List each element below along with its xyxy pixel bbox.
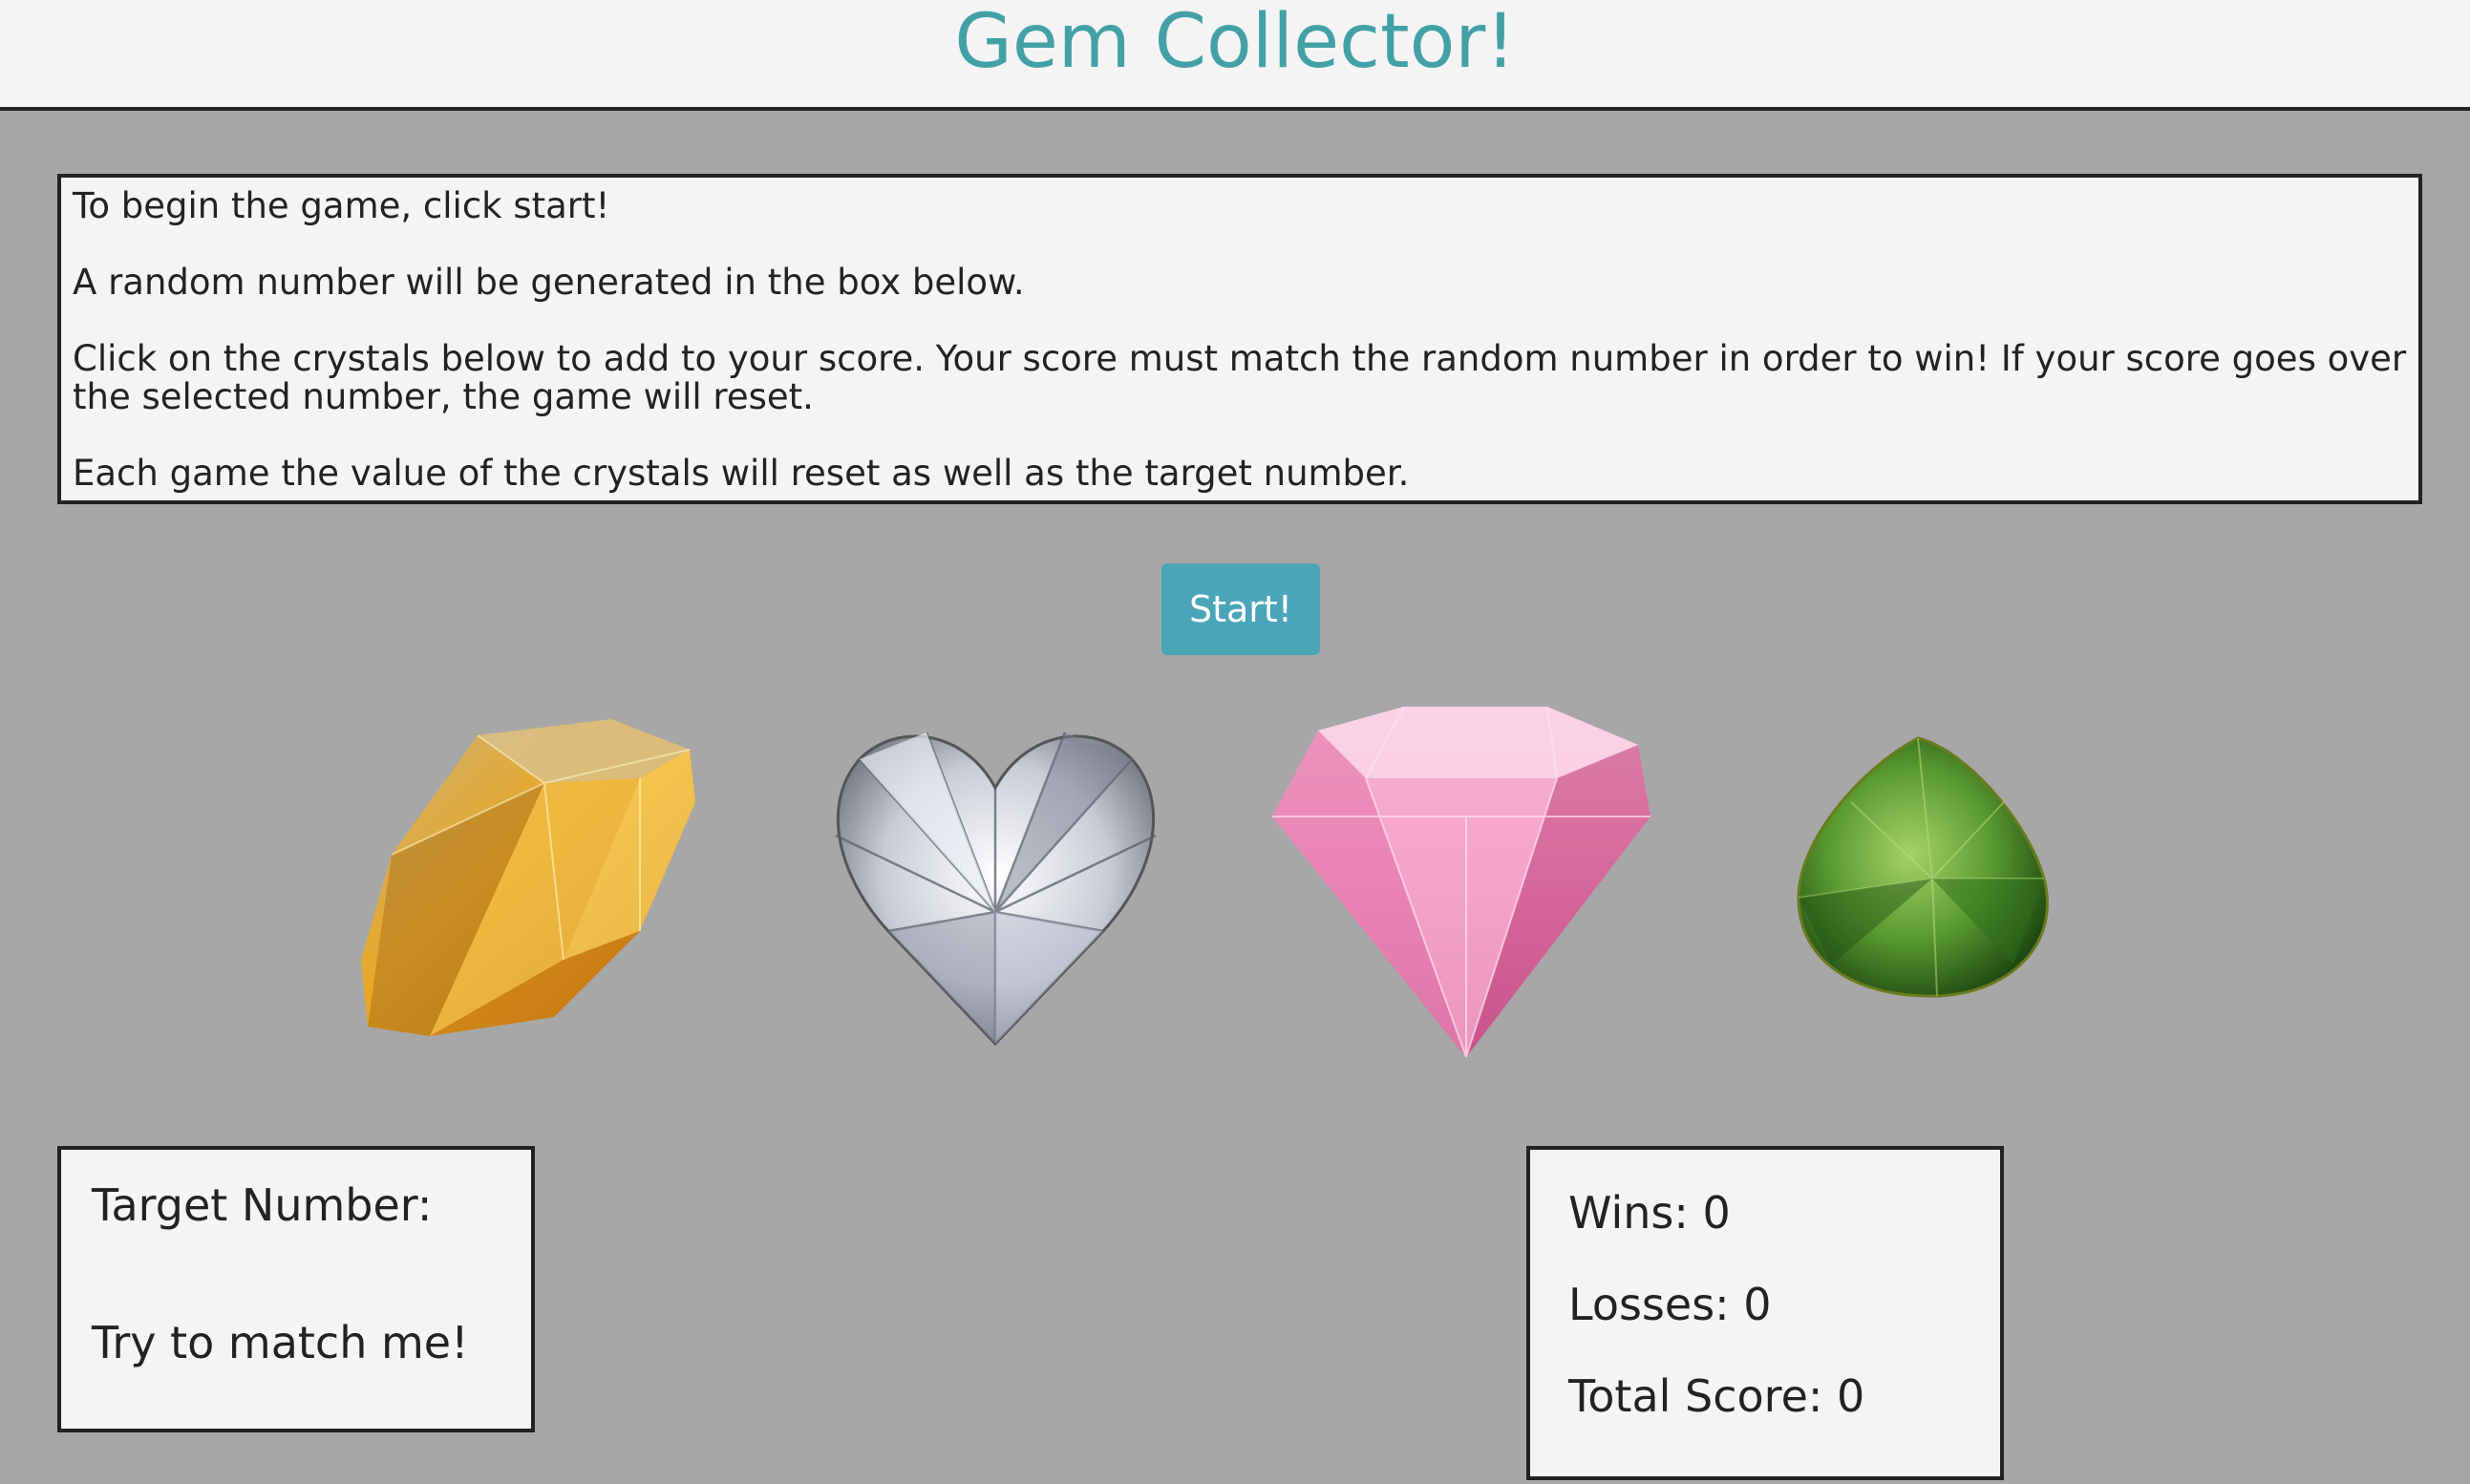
target-number-panel: Target Number: Try to match me! <box>57 1146 535 1432</box>
losses-row: Losses: 0 <box>1568 1278 1962 1331</box>
instruction-paragraph: A random number will be generated in the… <box>73 262 1025 303</box>
score-panel: Wins: 0 Losses: 0 Total Score: 0 <box>1526 1146 2004 1480</box>
instruction-paragraph: Each game the value of the crystals will… <box>73 453 1410 494</box>
total-score-label: Total Score: <box>1568 1370 1823 1422</box>
clear-heart-diamond-icon <box>835 731 1157 1046</box>
yellow-gem[interactable] <box>353 711 697 1041</box>
page-title: Gem Collector! <box>954 0 1516 85</box>
instruction-paragraph: Click on the crystals below to add to yo… <box>73 338 2407 417</box>
wins-row: Wins: 0 <box>1568 1186 1962 1240</box>
yellow-diamond-icon <box>361 719 695 1036</box>
green-pear-gem-icon <box>1797 736 2049 998</box>
pink-diamond-icon <box>1272 706 1650 1058</box>
losses-value: 0 <box>1743 1279 1772 1330</box>
wins-value: 0 <box>1702 1187 1731 1239</box>
instructions-box: To begin the game, click start! A random… <box>57 174 2422 504</box>
instruction-paragraph: To begin the game, click start! <box>73 185 610 226</box>
total-score-row: Total Score: 0 <box>1568 1369 1962 1423</box>
clear-heart-gem[interactable] <box>831 721 1160 1046</box>
page-header: Gem Collector! <box>0 0 2470 111</box>
target-number-label: Target Number: <box>92 1179 433 1231</box>
wins-label: Wins: <box>1568 1187 1689 1239</box>
start-button[interactable]: Start! <box>1161 563 1320 655</box>
target-number-hint: Try to match me! <box>92 1317 469 1368</box>
green-gem[interactable] <box>1794 735 2052 998</box>
total-score-value: 0 <box>1837 1370 1865 1422</box>
losses-label: Losses: <box>1568 1279 1730 1330</box>
target-number-value <box>92 1232 500 1316</box>
pink-gem[interactable] <box>1270 702 1652 1060</box>
